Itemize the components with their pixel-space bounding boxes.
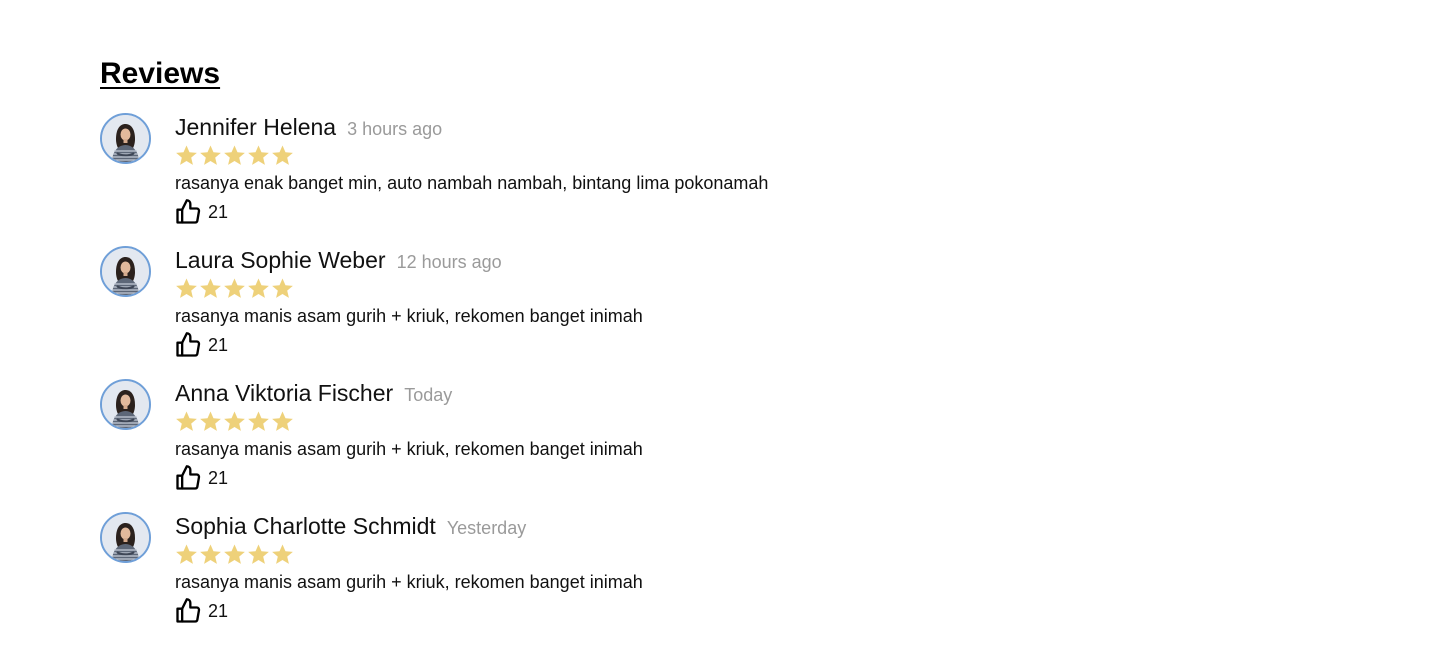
star-icon bbox=[272, 410, 293, 431]
reviewer-name: Laura Sophie Weber bbox=[175, 247, 386, 273]
review-body: Sophia Charlotte Schmidt Yesterday rasan… bbox=[175, 512, 643, 626]
likes-row: 21 bbox=[175, 197, 768, 227]
like-count: 21 bbox=[208, 601, 229, 621]
review-body: Jennifer Helena 3 hours ago rasanya enak… bbox=[175, 113, 768, 227]
user-avatar bbox=[100, 113, 151, 164]
star-icon bbox=[224, 410, 245, 431]
review-timestamp: Yesterday bbox=[446, 518, 527, 538]
reviews-section: Reviews Jennifer Helena 3 hours ago rasa… bbox=[100, 54, 1340, 623]
star-icon bbox=[272, 144, 293, 165]
review-timestamp: 12 hours ago bbox=[396, 252, 502, 272]
review-item: Anna Viktoria Fischer Today rasanya mani… bbox=[100, 379, 1340, 512]
thumbs-up-icon[interactable] bbox=[173, 330, 203, 360]
review-text: rasanya manis asam gurih + kriuk, rekome… bbox=[175, 439, 643, 459]
star-icon bbox=[224, 277, 245, 298]
reviewer-name: Sophia Charlotte Schmidt bbox=[175, 513, 436, 539]
review-header: Laura Sophie Weber 12 hours ago bbox=[175, 246, 643, 274]
star-icon bbox=[248, 277, 269, 298]
user-avatar bbox=[100, 379, 151, 430]
star-icon bbox=[248, 144, 269, 165]
like-count: 21 bbox=[208, 202, 229, 222]
star-icon bbox=[224, 144, 245, 165]
star-icon bbox=[176, 144, 197, 165]
star-rating bbox=[175, 540, 643, 568]
review-timestamp: 3 hours ago bbox=[347, 119, 443, 139]
thumbs-up-icon[interactable] bbox=[173, 463, 203, 493]
star-icon bbox=[272, 543, 293, 564]
reviewer-name: Jennifer Helena bbox=[175, 114, 337, 140]
star-rating bbox=[175, 274, 643, 302]
star-icon bbox=[176, 410, 197, 431]
star-rating bbox=[175, 407, 643, 435]
user-avatar bbox=[100, 246, 151, 297]
star-icon bbox=[200, 543, 221, 564]
star-icon bbox=[176, 543, 197, 564]
user-avatar bbox=[100, 512, 151, 563]
star-icon bbox=[248, 543, 269, 564]
review-timestamp: Today bbox=[404, 385, 453, 405]
review-text: rasanya manis asam gurih + kriuk, rekome… bbox=[175, 306, 643, 326]
star-icon bbox=[200, 144, 221, 165]
reviewer-name: Anna Viktoria Fischer bbox=[175, 380, 394, 406]
star-icon bbox=[248, 410, 269, 431]
review-header: Anna Viktoria Fischer Today bbox=[175, 379, 643, 407]
star-icon bbox=[200, 277, 221, 298]
review-body: Laura Sophie Weber 12 hours ago rasanya … bbox=[175, 246, 643, 360]
reviews-heading: Reviews bbox=[100, 57, 221, 90]
review-list: Jennifer Helena 3 hours ago rasanya enak… bbox=[100, 113, 1340, 645]
review-body: Anna Viktoria Fischer Today rasanya mani… bbox=[175, 379, 643, 493]
review-text: rasanya enak banget min, auto nambah nam… bbox=[175, 173, 769, 193]
like-count: 21 bbox=[208, 468, 229, 488]
star-icon bbox=[200, 410, 221, 431]
thumbs-up-icon[interactable] bbox=[173, 596, 203, 626]
review-header: Jennifer Helena 3 hours ago bbox=[175, 113, 768, 141]
likes-row: 21 bbox=[175, 330, 643, 360]
review-item: Laura Sophie Weber 12 hours ago rasanya … bbox=[100, 246, 1340, 379]
review-text: rasanya manis asam gurih + kriuk, rekome… bbox=[175, 572, 643, 592]
star-icon bbox=[176, 277, 197, 298]
review-item: Sophia Charlotte Schmidt Yesterday rasan… bbox=[100, 512, 1340, 645]
review-header: Sophia Charlotte Schmidt Yesterday bbox=[175, 512, 643, 540]
star-icon bbox=[272, 277, 293, 298]
like-count: 21 bbox=[208, 335, 229, 355]
thumbs-up-icon[interactable] bbox=[173, 197, 203, 227]
review-item: Jennifer Helena 3 hours ago rasanya enak… bbox=[100, 113, 1340, 246]
star-icon bbox=[224, 543, 245, 564]
star-rating bbox=[175, 141, 768, 169]
likes-row: 21 bbox=[175, 463, 643, 493]
likes-row: 21 bbox=[175, 596, 643, 626]
